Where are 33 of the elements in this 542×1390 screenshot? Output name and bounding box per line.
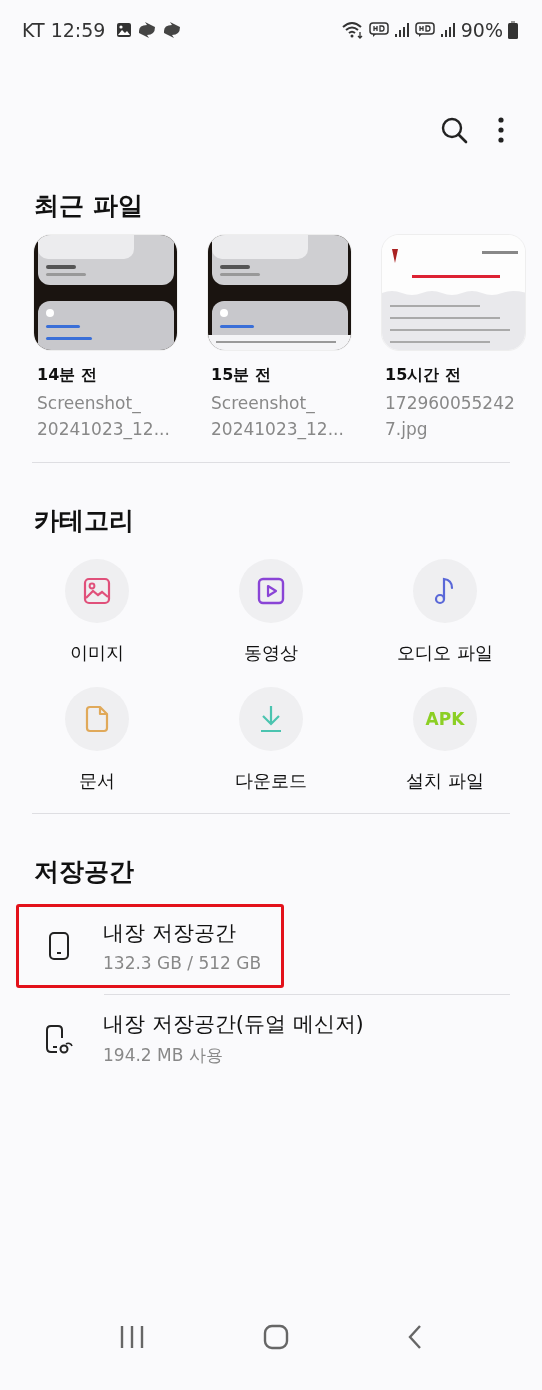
file-time: 14분 전 (37, 365, 98, 386)
battery-percent: 90% (460, 19, 503, 41)
category-button[interactable]: 이미지 (10, 559, 184, 665)
hd-icon (368, 22, 389, 38)
category-button[interactable]: 동영상 (184, 559, 358, 665)
music-note-icon (434, 577, 456, 605)
battery-icon (508, 21, 518, 39)
more-options-button[interactable] (496, 115, 506, 145)
dual-phone-icon (45, 1023, 73, 1054)
file-name: Screenshot_ 20241023_12... (37, 392, 171, 442)
section-title: 카테고리 (33, 505, 135, 537)
file-time: 15분 전 (211, 365, 272, 386)
section-title: 최근 파일 (33, 190, 144, 222)
signal-icon (439, 22, 456, 38)
category-button[interactable]: APK 설치 파일 (358, 687, 532, 793)
category-button[interactable]: 다운로드 (184, 687, 358, 793)
storage-item[interactable]: 내장 저장공간 132.3 GB / 512 GB (16, 904, 285, 988)
section-title: 저장공간 (33, 856, 135, 888)
file-name: 172960055242 7.jpg (385, 392, 516, 441)
hd-icon (414, 22, 435, 38)
file-time: 15시간 전 (385, 365, 462, 386)
signal-icon (393, 22, 410, 38)
category-button[interactable]: 오디오 파일 (358, 559, 532, 665)
file-name: Screenshot_ 20241023_12... (211, 392, 345, 442)
wifi-icon (341, 21, 364, 39)
image-icon (83, 577, 111, 605)
category-button[interactable]: 문서 (10, 687, 184, 793)
storage-item[interactable]: 내장 저장공간(듀얼 메신저) 194.2 MB 사용 (16, 995, 387, 1082)
play-icon (257, 577, 285, 605)
status-time: KT 12:59 (22, 19, 106, 41)
gallery-icon (116, 22, 133, 38)
download-icon (259, 705, 283, 733)
document-icon (85, 705, 109, 733)
